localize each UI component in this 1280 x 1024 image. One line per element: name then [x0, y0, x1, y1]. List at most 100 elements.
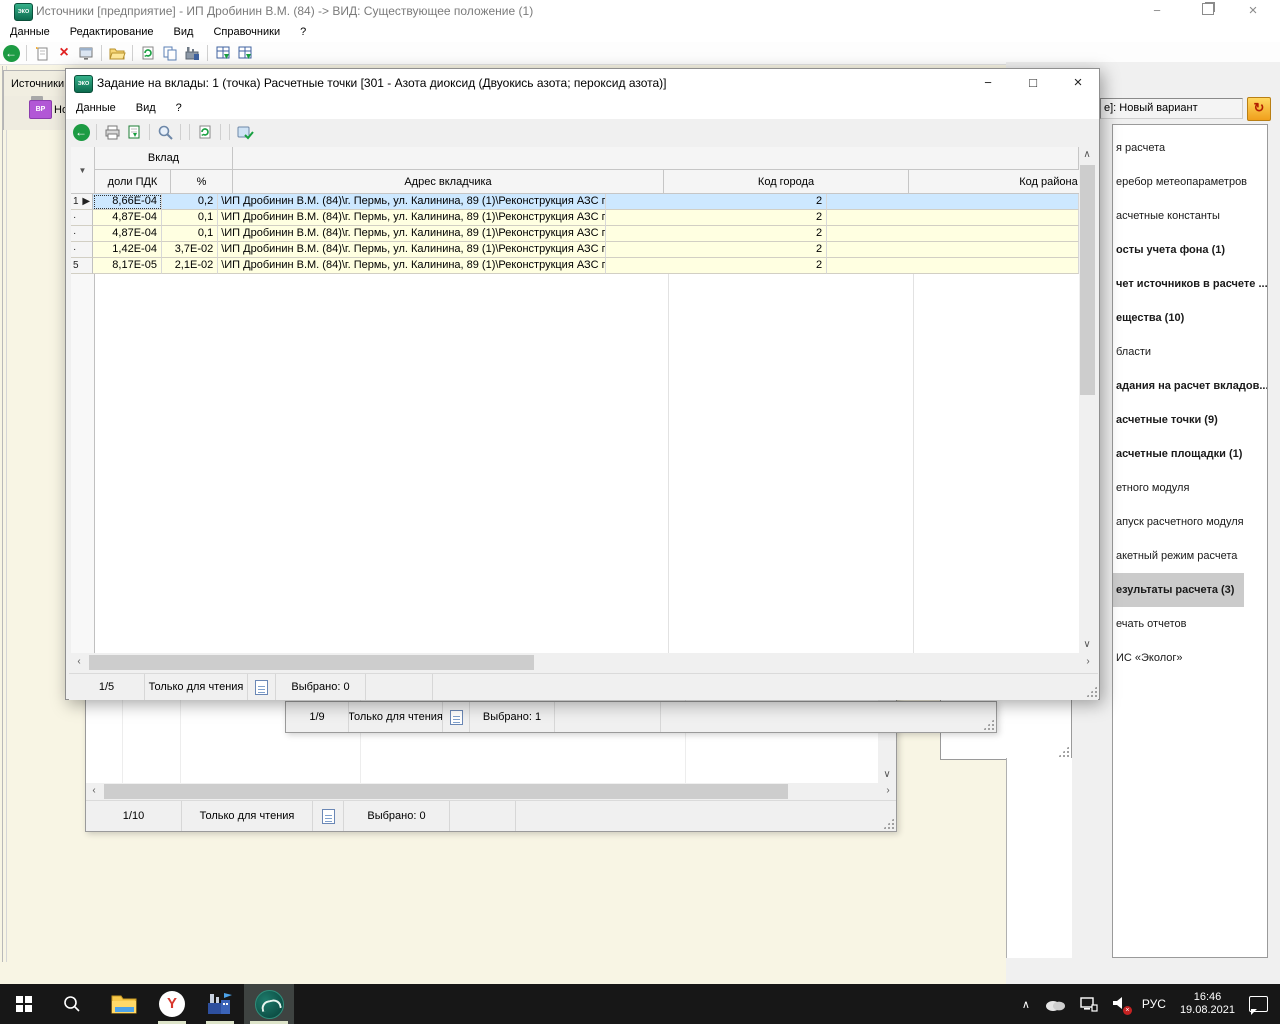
sidebar-item[interactable]: етного модуля	[1113, 471, 1267, 505]
taskbar-ecolog-sources-button[interactable]	[196, 984, 244, 1024]
dialog-menu-help[interactable]: ?	[166, 102, 192, 114]
taskbar-yandex-button[interactable]: Y	[148, 984, 196, 1024]
taskbar-explorer-button[interactable]	[100, 984, 148, 1024]
col-header-district-code[interactable]: Код района	[909, 170, 1079, 194]
scroll-right-icon[interactable]: ›	[1080, 654, 1096, 670]
group-header-vklad[interactable]: Вклад	[95, 147, 233, 170]
copy-button[interactable]	[159, 43, 181, 63]
table-row[interactable]: ·1,42E-043,7E-02\ИП Дробинин В.М. (84)\г…	[71, 242, 1079, 258]
sidebar-item[interactable]: бласти	[1113, 335, 1267, 369]
cell-doli-pdk[interactable]: 8,66E-04	[93, 194, 162, 210]
dialog-maximize-button[interactable]: □	[1016, 72, 1050, 94]
action-center-icon[interactable]	[1249, 996, 1268, 1012]
sidebar-item[interactable]: асчетные площадки (1)	[1113, 437, 1267, 471]
cell-percent[interactable]: 2,1E-02	[162, 258, 218, 274]
new-button[interactable]	[31, 43, 53, 63]
language-indicator[interactable]: РУС	[1142, 997, 1166, 1011]
scroll-left-icon[interactable]: ‹	[86, 783, 102, 799]
tab-istochniki[interactable]: Источники	[3, 70, 66, 96]
start-button[interactable]	[0, 984, 48, 1024]
cell-address[interactable]: \ИП Дробинин В.М. (84)\г. Пермь, ул. Кал…	[218, 226, 606, 242]
dialog-menu-vid[interactable]: Вид	[126, 102, 166, 114]
row-header-cell[interactable]: ·	[71, 226, 93, 242]
sidebar-item[interactable]: ещества (10)	[1113, 301, 1267, 335]
col-header-address[interactable]: Адрес вкладчика	[233, 170, 664, 194]
scroll-up-icon[interactable]: ∧	[1079, 147, 1095, 163]
resize-grip[interactable]	[883, 818, 894, 829]
import-table-button[interactable]	[212, 43, 234, 63]
clock[interactable]: 16:46 19.08.2021	[1180, 991, 1235, 1017]
sidebar-item[interactable]: чет источников в расчете ...	[1113, 267, 1267, 301]
restore-button[interactable]	[1191, 0, 1225, 22]
row-header-cell[interactable]: 5	[71, 258, 93, 274]
window-c-hscrollbar[interactable]: ‹ ›	[86, 783, 896, 800]
cell-doli-pdk[interactable]: 8,17E-05	[93, 258, 162, 274]
tray-chevron-icon[interactable]: ∧	[1022, 998, 1030, 1011]
cell-doli-pdk[interactable]: 1,42E-04	[93, 242, 162, 258]
print-button[interactable]	[101, 122, 123, 142]
cell-percent[interactable]: 0,1	[162, 226, 218, 242]
export-button[interactable]	[123, 122, 145, 142]
search-button[interactable]	[154, 122, 176, 142]
delete-button[interactable]: ×	[53, 43, 75, 63]
cell-address[interactable]: \ИП Дробинин В.М. (84)\г. Пермь, ул. Кал…	[218, 242, 606, 258]
dialog-close-button[interactable]: ×	[1061, 72, 1095, 94]
cell-percent[interactable]: 3,7E-02	[162, 242, 218, 258]
scroll-thumb[interactable]	[89, 655, 534, 670]
dialog-menu-dannye[interactable]: Данные	[66, 102, 126, 114]
row-header-cell[interactable]: 1▶	[71, 194, 93, 210]
report-button[interactable]	[181, 43, 203, 63]
onedrive-icon[interactable]	[1044, 997, 1066, 1011]
sidebar-item[interactable]: адания на расчет вкладов...	[1113, 369, 1267, 403]
col-header-city-code[interactable]: Код города	[664, 170, 909, 194]
resize-grip[interactable]	[983, 719, 994, 730]
menu-dannye[interactable]: Данные	[0, 26, 60, 38]
cell-district-code[interactable]	[827, 210, 1079, 226]
cell-address[interactable]: \ИП Дробинин В.М. (84)\г. Пермь, ул. Кал…	[218, 194, 606, 210]
row-header-cell[interactable]: ·	[71, 242, 93, 258]
cell-address[interactable]: \ИП Дробинин В.М. (84)\г. Пермь, ул. Кал…	[218, 258, 606, 274]
table-row[interactable]: ·4,87E-040,1\ИП Дробинин В.М. (84)\г. Пе…	[71, 210, 1079, 226]
back-button[interactable]: ←	[0, 43, 22, 63]
sidebar-item[interactable]: асчетные константы	[1113, 199, 1267, 233]
dialog-refresh-button[interactable]	[194, 122, 216, 142]
variant-field[interactable]: е]: Новый вариант	[1100, 98, 1243, 119]
volume-muted-icon[interactable]: ×	[1112, 996, 1128, 1013]
dialog-back-button[interactable]: ←	[70, 122, 92, 142]
sidebar-item[interactable]: езультаты расчета (3)	[1113, 573, 1244, 607]
taskbar-ecolog-active-button[interactable]	[244, 984, 294, 1024]
cell-address[interactable]: \ИП Дробинин В.М. (84)\г. Пермь, ул. Кал…	[218, 210, 606, 226]
sidebar-item[interactable]: апуск расчетного модуля	[1113, 505, 1267, 539]
scroll-down-icon[interactable]: ∨	[1079, 637, 1095, 653]
resize-grip[interactable]	[1058, 746, 1069, 757]
table-row[interactable]: 1▶8,66E-040,2\ИП Дробинин В.М. (84)\г. П…	[71, 194, 1079, 210]
dialog-hscrollbar[interactable]: ‹ ›	[71, 654, 1096, 671]
properties-button[interactable]	[75, 43, 97, 63]
row-header-cell[interactable]: ·	[71, 210, 93, 226]
cell-district-code[interactable]	[827, 242, 1079, 258]
cell-percent[interactable]: 0,2	[162, 194, 218, 210]
open-button[interactable]	[106, 43, 128, 63]
col-header-percent[interactable]: %	[171, 170, 233, 194]
taskbar-search-button[interactable]	[48, 984, 96, 1024]
col-header-doli-pdk[interactable]: доли ПДК	[95, 170, 171, 194]
cell-district-code[interactable]	[827, 226, 1079, 242]
menu-redaktirovanie[interactable]: Редактирование	[60, 26, 164, 38]
table-row[interactable]: ·4,87E-040,1\ИП Дробинин В.М. (84)\г. Пе…	[71, 226, 1079, 242]
sidebar-item[interactable]: я расчета	[1113, 131, 1267, 165]
cell-city-code[interactable]: 2	[606, 226, 827, 242]
variant-refresh-button[interactable]: ↻	[1247, 97, 1271, 121]
scroll-thumb[interactable]	[104, 784, 788, 799]
sidebar-item[interactable]: акетный режим расчета	[1113, 539, 1267, 573]
cell-district-code[interactable]	[827, 258, 1079, 274]
sidebar-item[interactable]: асчетные точки (9)	[1113, 403, 1267, 437]
menu-help[interactable]: ?	[290, 26, 316, 38]
cell-city-code[interactable]: 2	[606, 194, 827, 210]
scroll-down-icon[interactable]: ∨	[879, 767, 895, 783]
sidebar-item[interactable]: осты учета фона (1)	[1113, 233, 1267, 267]
scroll-thumb[interactable]	[1080, 165, 1095, 395]
menu-vid[interactable]: Вид	[164, 26, 204, 38]
network-icon[interactable]	[1080, 996, 1098, 1012]
cell-doli-pdk[interactable]: 4,87E-04	[93, 210, 162, 226]
table-row[interactable]: 58,17E-052,1E-02\ИП Дробинин В.М. (84)\г…	[71, 258, 1079, 274]
